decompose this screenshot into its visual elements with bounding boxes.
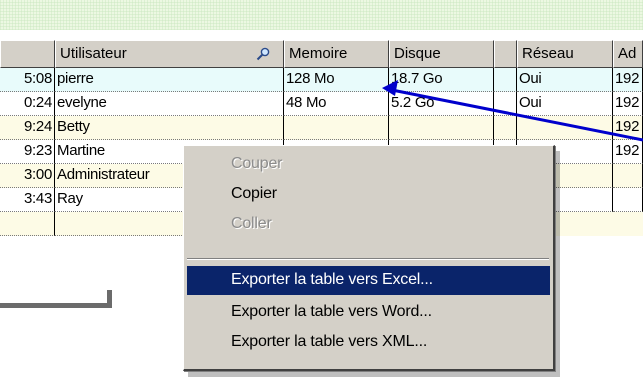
annotation-arrow — [382, 80, 643, 142]
arrow-head-icon — [382, 80, 398, 96]
